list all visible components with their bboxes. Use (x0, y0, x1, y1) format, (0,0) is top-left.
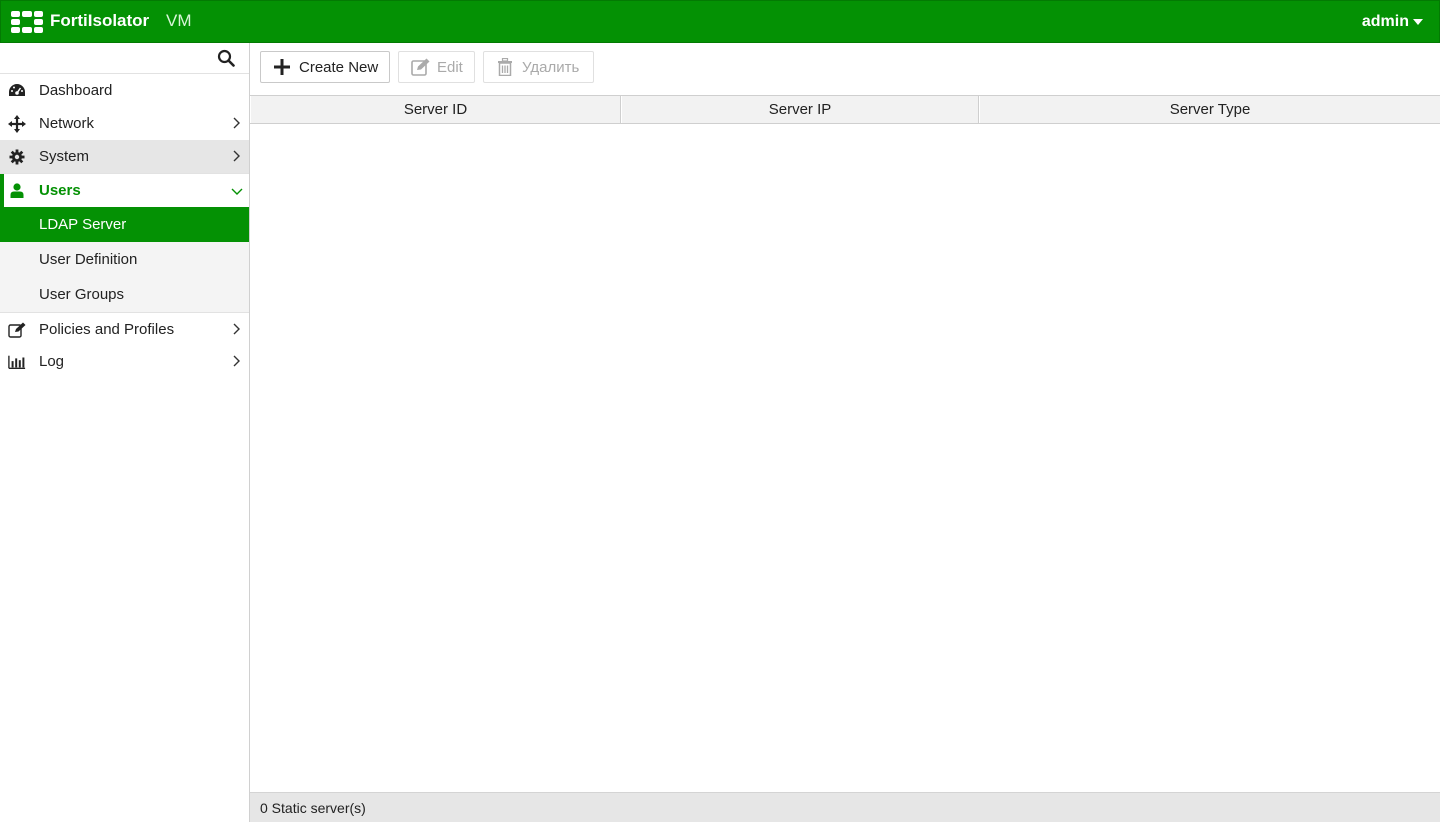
edit-label: Edit (437, 58, 463, 76)
sidebar-item-label: LDAP Server (39, 216, 127, 233)
product-name: FortiIsolator (50, 11, 150, 30)
server-count: 0 Static server(s) (260, 799, 366, 816)
sidebar: Dashboard Network System Users LDAP Serv… (0, 43, 250, 822)
user-icon (8, 182, 26, 199)
trash-icon (494, 57, 516, 77)
delete-label: Удалить (522, 58, 580, 76)
dashboard-icon (8, 82, 26, 99)
sidebar-item-user-groups[interactable]: User Groups (0, 277, 249, 312)
chevron-right-icon (233, 117, 240, 129)
sidebar-item-log[interactable]: Log (0, 345, 249, 378)
edit-icon (8, 321, 26, 338)
column-header-server-ip[interactable]: Server IP (621, 96, 979, 123)
sidebar-item-label: User Definition (39, 251, 138, 268)
main-content: Create New Edit Удалить Server ID Server… (250, 43, 1440, 822)
chevron-right-icon (233, 355, 240, 367)
edit-icon (409, 57, 431, 77)
network-icon (8, 114, 26, 133)
table-header: Server ID Server IP Server Type (250, 95, 1440, 124)
sidebar-item-label: Network (39, 115, 95, 132)
create-new-label: Create New (299, 58, 379, 76)
sidebar-item-users[interactable]: Users (0, 173, 249, 207)
sidebar-item-label: Log (39, 353, 65, 370)
edit-button[interactable]: Edit (398, 51, 475, 83)
status-bar: 0 Static server(s) (250, 792, 1440, 822)
sidebar-item-label: Users (39, 182, 81, 199)
user-name: admin (1361, 13, 1409, 30)
chevron-right-icon (233, 150, 240, 162)
create-new-button[interactable]: Create New (260, 51, 390, 83)
chevron-right-icon (233, 323, 240, 335)
column-header-server-id[interactable]: Server ID (250, 96, 621, 123)
bar-chart-icon (8, 353, 26, 370)
active-indicator (0, 174, 4, 207)
sidebar-item-dashboard[interactable]: Dashboard (0, 74, 249, 107)
sidebar-item-label: System (39, 148, 90, 165)
sidebar-item-system[interactable]: System (0, 140, 249, 173)
gear-icon (8, 148, 26, 165)
product-edition: VM (166, 11, 192, 30)
users-submenu: LDAP Server User Definition User Groups (0, 207, 249, 312)
sidebar-search (0, 43, 249, 74)
user-menu[interactable]: admin (1362, 13, 1423, 31)
sidebar-item-network[interactable]: Network (0, 107, 249, 140)
sidebar-item-label: Dashboard (39, 82, 113, 99)
top-bar: FortiIsolator VM admin (0, 0, 1440, 43)
delete-button[interactable]: Удалить (483, 51, 594, 83)
sidebar-item-policies-and-profiles[interactable]: Policies and Profiles (0, 312, 249, 345)
chevron-down-icon (231, 188, 243, 195)
sidebar-item-ldap-server[interactable]: LDAP Server (0, 207, 249, 242)
caret-down-icon (1413, 19, 1423, 25)
search-icon[interactable] (217, 49, 235, 67)
sidebar-item-label: Policies and Profiles (39, 320, 175, 338)
column-header-server-type[interactable]: Server Type (979, 96, 1440, 123)
plus-icon (271, 57, 293, 77)
sidebar-item-user-definition[interactable]: User Definition (0, 242, 249, 277)
sidebar-item-label: User Groups (39, 286, 125, 303)
fortinet-logo-icon[interactable] (11, 11, 43, 33)
toolbar: Create New Edit Удалить (250, 43, 1440, 95)
